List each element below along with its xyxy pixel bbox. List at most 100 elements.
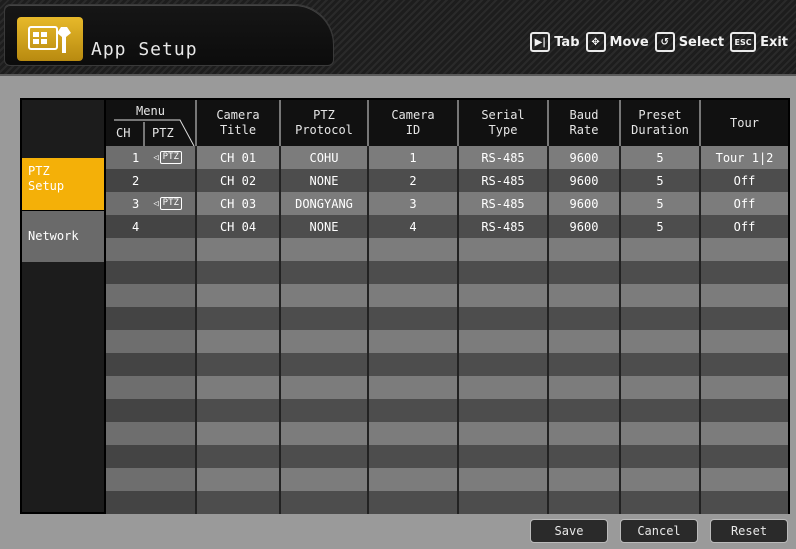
cancel-button[interactable]: Cancel bbox=[620, 519, 698, 543]
id-cell bbox=[368, 261, 459, 284]
preset-cell bbox=[620, 376, 701, 399]
protocol-cell bbox=[280, 353, 369, 376]
baud-cell bbox=[548, 399, 621, 422]
table-row bbox=[106, 330, 788, 353]
preset-cell bbox=[620, 284, 701, 307]
ch-cell bbox=[106, 445, 197, 468]
protocol-cell[interactable]: NONE bbox=[280, 169, 369, 192]
baud-cell[interactable]: 9600 bbox=[548, 169, 621, 192]
id-cell bbox=[368, 468, 459, 491]
id-cell bbox=[368, 330, 459, 353]
ch-number: 1 bbox=[132, 150, 140, 165]
column-header: Camera Title bbox=[196, 100, 281, 146]
preset-cell bbox=[620, 422, 701, 445]
serial-cell[interactable]: RS-485 bbox=[458, 146, 549, 169]
tour-cell bbox=[700, 376, 788, 399]
title-plate: App Setup bbox=[4, 4, 334, 66]
baud-cell[interactable]: 9600 bbox=[548, 192, 621, 215]
baud-cell bbox=[548, 284, 621, 307]
table-row[interactable]: 2 CH 02 NONE 2 RS-485 9600 5 Off bbox=[106, 169, 788, 192]
ptz-header-label: PTZ bbox=[152, 126, 174, 140]
table-row[interactable]: 1 ◁ PTZ CH 01 COHU 1 RS-485 9600 5 Tour 1|2 bbox=[106, 146, 788, 169]
tour-cell bbox=[700, 399, 788, 422]
title-cell bbox=[196, 422, 281, 445]
preset-cell[interactable]: 5 bbox=[620, 146, 701, 169]
preset-cell[interactable]: 5 bbox=[620, 169, 701, 192]
id-cell[interactable]: 1 bbox=[368, 146, 459, 169]
table-row[interactable]: 3 ◁ PTZ CH 03 DONGYANG 3 RS-485 9600 5 Off bbox=[106, 192, 788, 215]
tab-key-icon: ▶| bbox=[530, 32, 551, 52]
tour-cell[interactable]: Tour 1|2 bbox=[700, 146, 788, 169]
baud-cell bbox=[548, 491, 621, 514]
reset-button[interactable]: Reset bbox=[710, 519, 788, 543]
table-row[interactable]: 4 CH 04 NONE 4 RS-485 9600 5 Off bbox=[106, 215, 788, 238]
title-cell bbox=[196, 307, 281, 330]
tour-cell[interactable]: Off bbox=[700, 169, 788, 192]
protocol-cell[interactable]: COHU bbox=[280, 146, 369, 169]
baud-cell[interactable]: 9600 bbox=[548, 146, 621, 169]
protocol-cell bbox=[280, 261, 369, 284]
preset-cell[interactable]: 5 bbox=[620, 192, 701, 215]
id-cell[interactable]: 4 bbox=[368, 215, 459, 238]
title-cell bbox=[196, 261, 281, 284]
tour-cell bbox=[700, 261, 788, 284]
ch-cell bbox=[106, 468, 197, 491]
column-header: Preset Duration bbox=[620, 100, 701, 146]
protocol-cell bbox=[280, 468, 369, 491]
id-cell bbox=[368, 376, 459, 399]
table-row bbox=[106, 307, 788, 330]
ch-number: 2 bbox=[132, 173, 140, 188]
ptz-camera-icon: ◁ PTZ bbox=[153, 197, 182, 210]
sidebar-label-line: Setup bbox=[28, 179, 65, 193]
ch-cell bbox=[106, 330, 197, 353]
serial-cell bbox=[458, 491, 549, 514]
preset-cell[interactable]: 5 bbox=[620, 215, 701, 238]
sidebar-item-network[interactable]: Network bbox=[22, 210, 104, 262]
id-cell bbox=[368, 491, 459, 514]
title-cell bbox=[196, 330, 281, 353]
id-cell bbox=[368, 238, 459, 261]
ptz-table-container: Menu CH PTZ Camera Title PTZ Protocol Camera… bbox=[106, 100, 788, 514]
serial-cell bbox=[458, 284, 549, 307]
protocol-cell[interactable]: DONGYANG bbox=[280, 192, 369, 215]
esc-key-icon: ESC bbox=[730, 32, 757, 52]
tour-cell[interactable]: Off bbox=[700, 192, 788, 215]
id-cell[interactable]: 2 bbox=[368, 169, 459, 192]
serial-cell bbox=[458, 422, 549, 445]
preset-cell bbox=[620, 238, 701, 261]
table-row bbox=[106, 238, 788, 261]
column-header: Serial Type bbox=[458, 100, 549, 146]
serial-cell[interactable]: RS-485 bbox=[458, 215, 549, 238]
title-cell[interactable]: CH 03 bbox=[196, 192, 281, 215]
sidebar-label-line: Network bbox=[28, 229, 79, 243]
title-cell bbox=[196, 491, 281, 514]
ptz-badge: PTZ bbox=[159, 197, 182, 210]
header-bar: App Setup ▶| Tab ✥ Move ↺ Select ESC Exit bbox=[0, 0, 796, 76]
baud-cell bbox=[548, 238, 621, 261]
tour-cell bbox=[700, 422, 788, 445]
protocol-cell bbox=[280, 330, 369, 353]
ch-cell bbox=[106, 307, 197, 330]
serial-cell[interactable]: RS-485 bbox=[458, 192, 549, 215]
baud-cell bbox=[548, 307, 621, 330]
select-key-icon: ↺ bbox=[654, 32, 675, 52]
table-row bbox=[106, 491, 788, 514]
baud-cell bbox=[548, 445, 621, 468]
hint-label: Move bbox=[609, 34, 649, 50]
protocol-cell[interactable]: NONE bbox=[280, 215, 369, 238]
save-button[interactable]: Save bbox=[530, 519, 608, 543]
ch-cell bbox=[106, 261, 197, 284]
serial-cell[interactable]: RS-485 bbox=[458, 169, 549, 192]
title-cell[interactable]: CH 02 bbox=[196, 169, 281, 192]
sidebar-item-ptz-setup[interactable]: PTZ Setup bbox=[22, 158, 104, 210]
serial-cell bbox=[458, 376, 549, 399]
table-row bbox=[106, 376, 788, 399]
title-cell[interactable]: CH 01 bbox=[196, 146, 281, 169]
tour-cell[interactable]: Off bbox=[700, 215, 788, 238]
ch-header-label: CH bbox=[116, 126, 131, 140]
title-cell[interactable]: CH 04 bbox=[196, 215, 281, 238]
baud-cell[interactable]: 9600 bbox=[548, 215, 621, 238]
ch-cell bbox=[106, 376, 197, 399]
title-cell bbox=[196, 353, 281, 376]
id-cell[interactable]: 3 bbox=[368, 192, 459, 215]
